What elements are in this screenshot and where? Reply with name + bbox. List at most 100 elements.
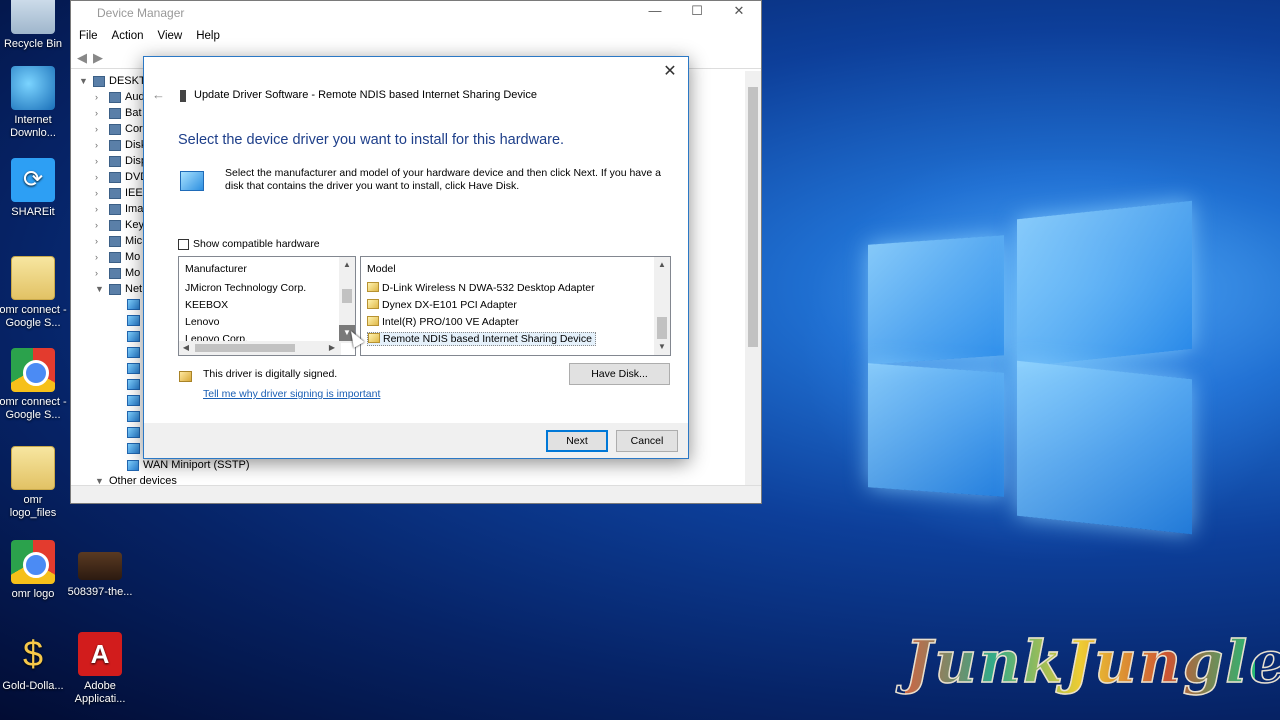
menu-help[interactable]: Help: [196, 30, 220, 42]
scroll-up-icon[interactable]: ▲: [654, 257, 670, 273]
collapse-arrow-icon[interactable]: ▼: [79, 76, 89, 86]
network-adapter-icon: [127, 315, 140, 326]
instructions-text: Select the manufacturer and model of you…: [225, 167, 661, 192]
tree-item-dvd[interactable]: › DVD: [95, 169, 148, 185]
have-disk-button[interactable]: Have Disk...: [569, 363, 670, 385]
device-icon: [180, 90, 186, 102]
dialog-title: Update Driver Software - Remote NDIS bas…: [194, 89, 537, 101]
shareit-icon: ⟳: [11, 158, 55, 202]
menu-file[interactable]: File: [79, 30, 98, 42]
scroll-right-icon[interactable]: ▶: [325, 341, 339, 355]
menu-view[interactable]: View: [158, 30, 183, 42]
tree-item-mice[interactable]: › Mic: [95, 233, 142, 249]
mouse-icon: [109, 235, 121, 247]
scroll-down-icon[interactable]: ▼: [654, 339, 670, 355]
adobe-icon: A: [78, 632, 122, 676]
driver-icon: [367, 299, 379, 309]
chrome-icon: [11, 540, 55, 584]
desktop-icon-shareit[interactable]: ⟳ SHAREit: [0, 158, 67, 219]
signed-status: This driver is digitally signed.: [203, 368, 338, 380]
show-compatible-checkbox[interactable]: [178, 238, 189, 250]
scrollbar-thumb[interactable]: [748, 87, 758, 347]
back-icon[interactable]: ◀: [77, 50, 87, 66]
dialog-content: ✕ ← Update Driver Software - Remote NDIS…: [144, 57, 688, 423]
network-adapter-icon: [127, 443, 140, 454]
list-item[interactable]: D-Link Wireless N DWA-532 Desktop Adapte…: [367, 282, 595, 294]
network-adapter-icon: [127, 379, 140, 390]
tree-item-display[interactable]: › Disp: [95, 153, 147, 169]
tree-item-disk[interactable]: › Disk: [95, 137, 146, 153]
network-adapter-icon: [127, 395, 140, 406]
desktop-icon-omr-logo[interactable]: omr logo: [0, 540, 67, 601]
desktop-icon-gold-dollar[interactable]: $ Gold-Dolla...: [0, 632, 67, 693]
monitor-icon: [109, 267, 121, 279]
list-item[interactable]: JMicron Technology Corp.: [185, 282, 306, 294]
computer-icon: [109, 123, 121, 135]
tree-item-network[interactable]: ▼ Net: [95, 281, 142, 297]
display-icon: [109, 155, 121, 167]
close-icon[interactable]: ✕: [660, 61, 680, 81]
menu-action[interactable]: Action: [112, 30, 144, 42]
desktop-icon-508397[interactable]: 508397-the...: [66, 552, 134, 599]
list-item[interactable]: Lenovo: [185, 316, 219, 328]
scrollbar-thumb[interactable]: [657, 317, 667, 339]
list-item[interactable]: Intel(R) PRO/100 VE Adapter: [367, 316, 519, 328]
list-item-selected[interactable]: Remote NDIS based Internet Sharing Devic…: [367, 332, 596, 346]
tree-item-audio[interactable]: › Aud: [95, 89, 145, 105]
cancel-button[interactable]: Cancel: [616, 430, 678, 452]
desktop-icon-internet-download-manager[interactable]: Internet Downlo...: [0, 66, 67, 140]
title-bar: Device Manager — ☐ ✕: [71, 1, 761, 25]
menu-bar: File Action View Help: [71, 25, 761, 47]
close-button[interactable]: ✕: [719, 3, 759, 23]
manufacturer-header: Manufacturer: [185, 263, 247, 275]
scrollbar-thumb[interactable]: [342, 289, 352, 303]
tree-item-batteries[interactable]: › Bat: [95, 105, 142, 121]
tree-item-keyboards[interactable]: › Key: [95, 217, 144, 233]
scroll-left-icon[interactable]: ◀: [179, 341, 193, 355]
manufacturer-hscrollbar[interactable]: ◀ ▶: [179, 341, 341, 355]
tree-item-computer[interactable]: › Cor: [95, 121, 143, 137]
desktop-icon-adobe[interactable]: A Adobe Applicati...: [66, 632, 134, 706]
driver-signing-link[interactable]: Tell me why driver signing is important: [203, 388, 380, 400]
scroll-up-icon[interactable]: ▲: [339, 257, 355, 273]
desktop-icon-omr-logo-files[interactable]: omr logo_files: [0, 446, 67, 520]
desktop-icon-recycle-bin[interactable]: Recycle Bin: [0, 0, 67, 51]
model-scrollbar[interactable]: ▲ ▼: [654, 257, 670, 355]
list-item[interactable]: Dynex DX-E101 PCI Adapter: [367, 299, 517, 311]
tree-scrollbar[interactable]: [745, 71, 761, 487]
folder-icon: [11, 256, 55, 300]
battery-icon: [109, 107, 121, 119]
windows-logo-wallpaper: [780, 160, 1280, 580]
driver-icon: [367, 282, 379, 292]
chrome-icon: [11, 348, 55, 392]
folder-icon: [11, 446, 55, 490]
scrollbar-thumb[interactable]: [195, 344, 295, 352]
back-arrow-icon[interactable]: ←: [152, 87, 165, 102]
desktop-icon-omr-connect-2[interactable]: omr connect - Google S...: [0, 348, 67, 422]
desktop-icon-omr-connect-1[interactable]: omr connect - Google S...: [0, 256, 67, 330]
watermark-logo: JunkJungle: [904, 627, 1280, 708]
show-compatible-checkbox-row[interactable]: Show compatible hardware: [178, 238, 320, 250]
hardware-icon: [180, 171, 204, 191]
update-driver-dialog: ✕ ← Update Driver Software - Remote NDIS…: [143, 56, 689, 459]
certificate-icon: [179, 371, 192, 382]
ieee-icon: [109, 187, 121, 199]
audio-icon: [109, 91, 121, 103]
list-item[interactable]: KEEBOX: [185, 299, 228, 311]
manufacturer-list[interactable]: Manufacturer JMicron Technology Corp. KE…: [178, 256, 356, 356]
tree-item-modems[interactable]: › Mo: [95, 249, 140, 265]
network-adapter-icon: [127, 427, 140, 438]
model-list[interactable]: Model D-Link Wireless N DWA-532 Desktop …: [360, 256, 671, 356]
driver-icon: [368, 333, 380, 343]
disk-icon: [109, 139, 121, 151]
tree-item-imaging[interactable]: › Ima: [95, 201, 143, 217]
forward-icon[interactable]: ▶: [93, 50, 103, 66]
tree-item-ieee[interactable]: › IEEE: [95, 185, 150, 201]
minimize-button[interactable]: —: [635, 3, 675, 23]
tree-item-wan-sstp[interactable]: WAN Miniport (SSTP): [127, 457, 250, 473]
maximize-button[interactable]: ☐: [677, 3, 717, 23]
next-button[interactable]: Next: [546, 430, 608, 452]
tree-item-monitors[interactable]: › Mo: [95, 265, 140, 281]
network-adapter-icon: [127, 347, 140, 358]
network-adapter-icon: [127, 331, 140, 342]
